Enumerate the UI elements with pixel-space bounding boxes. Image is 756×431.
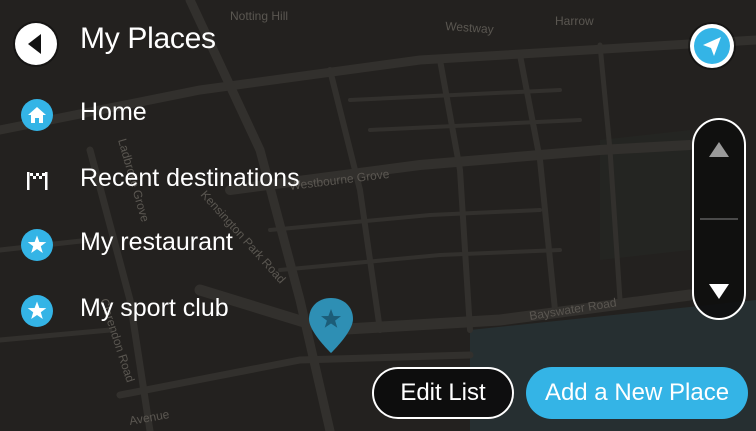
star-icon — [21, 229, 53, 261]
back-button[interactable] — [15, 23, 57, 65]
list-scrollbar[interactable] — [692, 118, 746, 320]
edit-list-button[interactable]: Edit List — [372, 367, 514, 419]
page-title: My Places — [80, 22, 216, 55]
home-icon — [21, 99, 53, 131]
chevron-up-icon — [709, 142, 729, 157]
place-item-label: My sport club — [80, 294, 229, 322]
back-arrow-icon — [28, 34, 41, 54]
place-item-my-restaurant[interactable]: My restaurant — [0, 217, 330, 273]
place-item-label: Home — [80, 98, 147, 126]
map-screen: Notting Hill Westway Harrow Westbourne G… — [0, 0, 756, 431]
map-pin-icon[interactable] — [305, 295, 357, 357]
place-item-label: Recent destinations — [80, 164, 300, 192]
navigation-arrow-icon — [694, 28, 730, 64]
place-item-home[interactable]: Home — [0, 87, 330, 143]
checkered-flag-icon — [24, 169, 52, 193]
add-new-place-button[interactable]: Add a New Place — [526, 367, 748, 419]
scroll-up-button[interactable] — [700, 130, 738, 170]
place-item-recent-destinations[interactable]: Recent destinations — [0, 153, 330, 209]
place-item-label: My restaurant — [80, 228, 233, 256]
place-item-my-sport-club[interactable]: My sport club — [0, 283, 330, 339]
star-icon — [21, 295, 53, 327]
scroll-thumb[interactable] — [700, 218, 738, 220]
chevron-down-icon — [709, 284, 729, 299]
scroll-down-button[interactable] — [700, 272, 738, 312]
current-location-button[interactable] — [690, 24, 734, 68]
